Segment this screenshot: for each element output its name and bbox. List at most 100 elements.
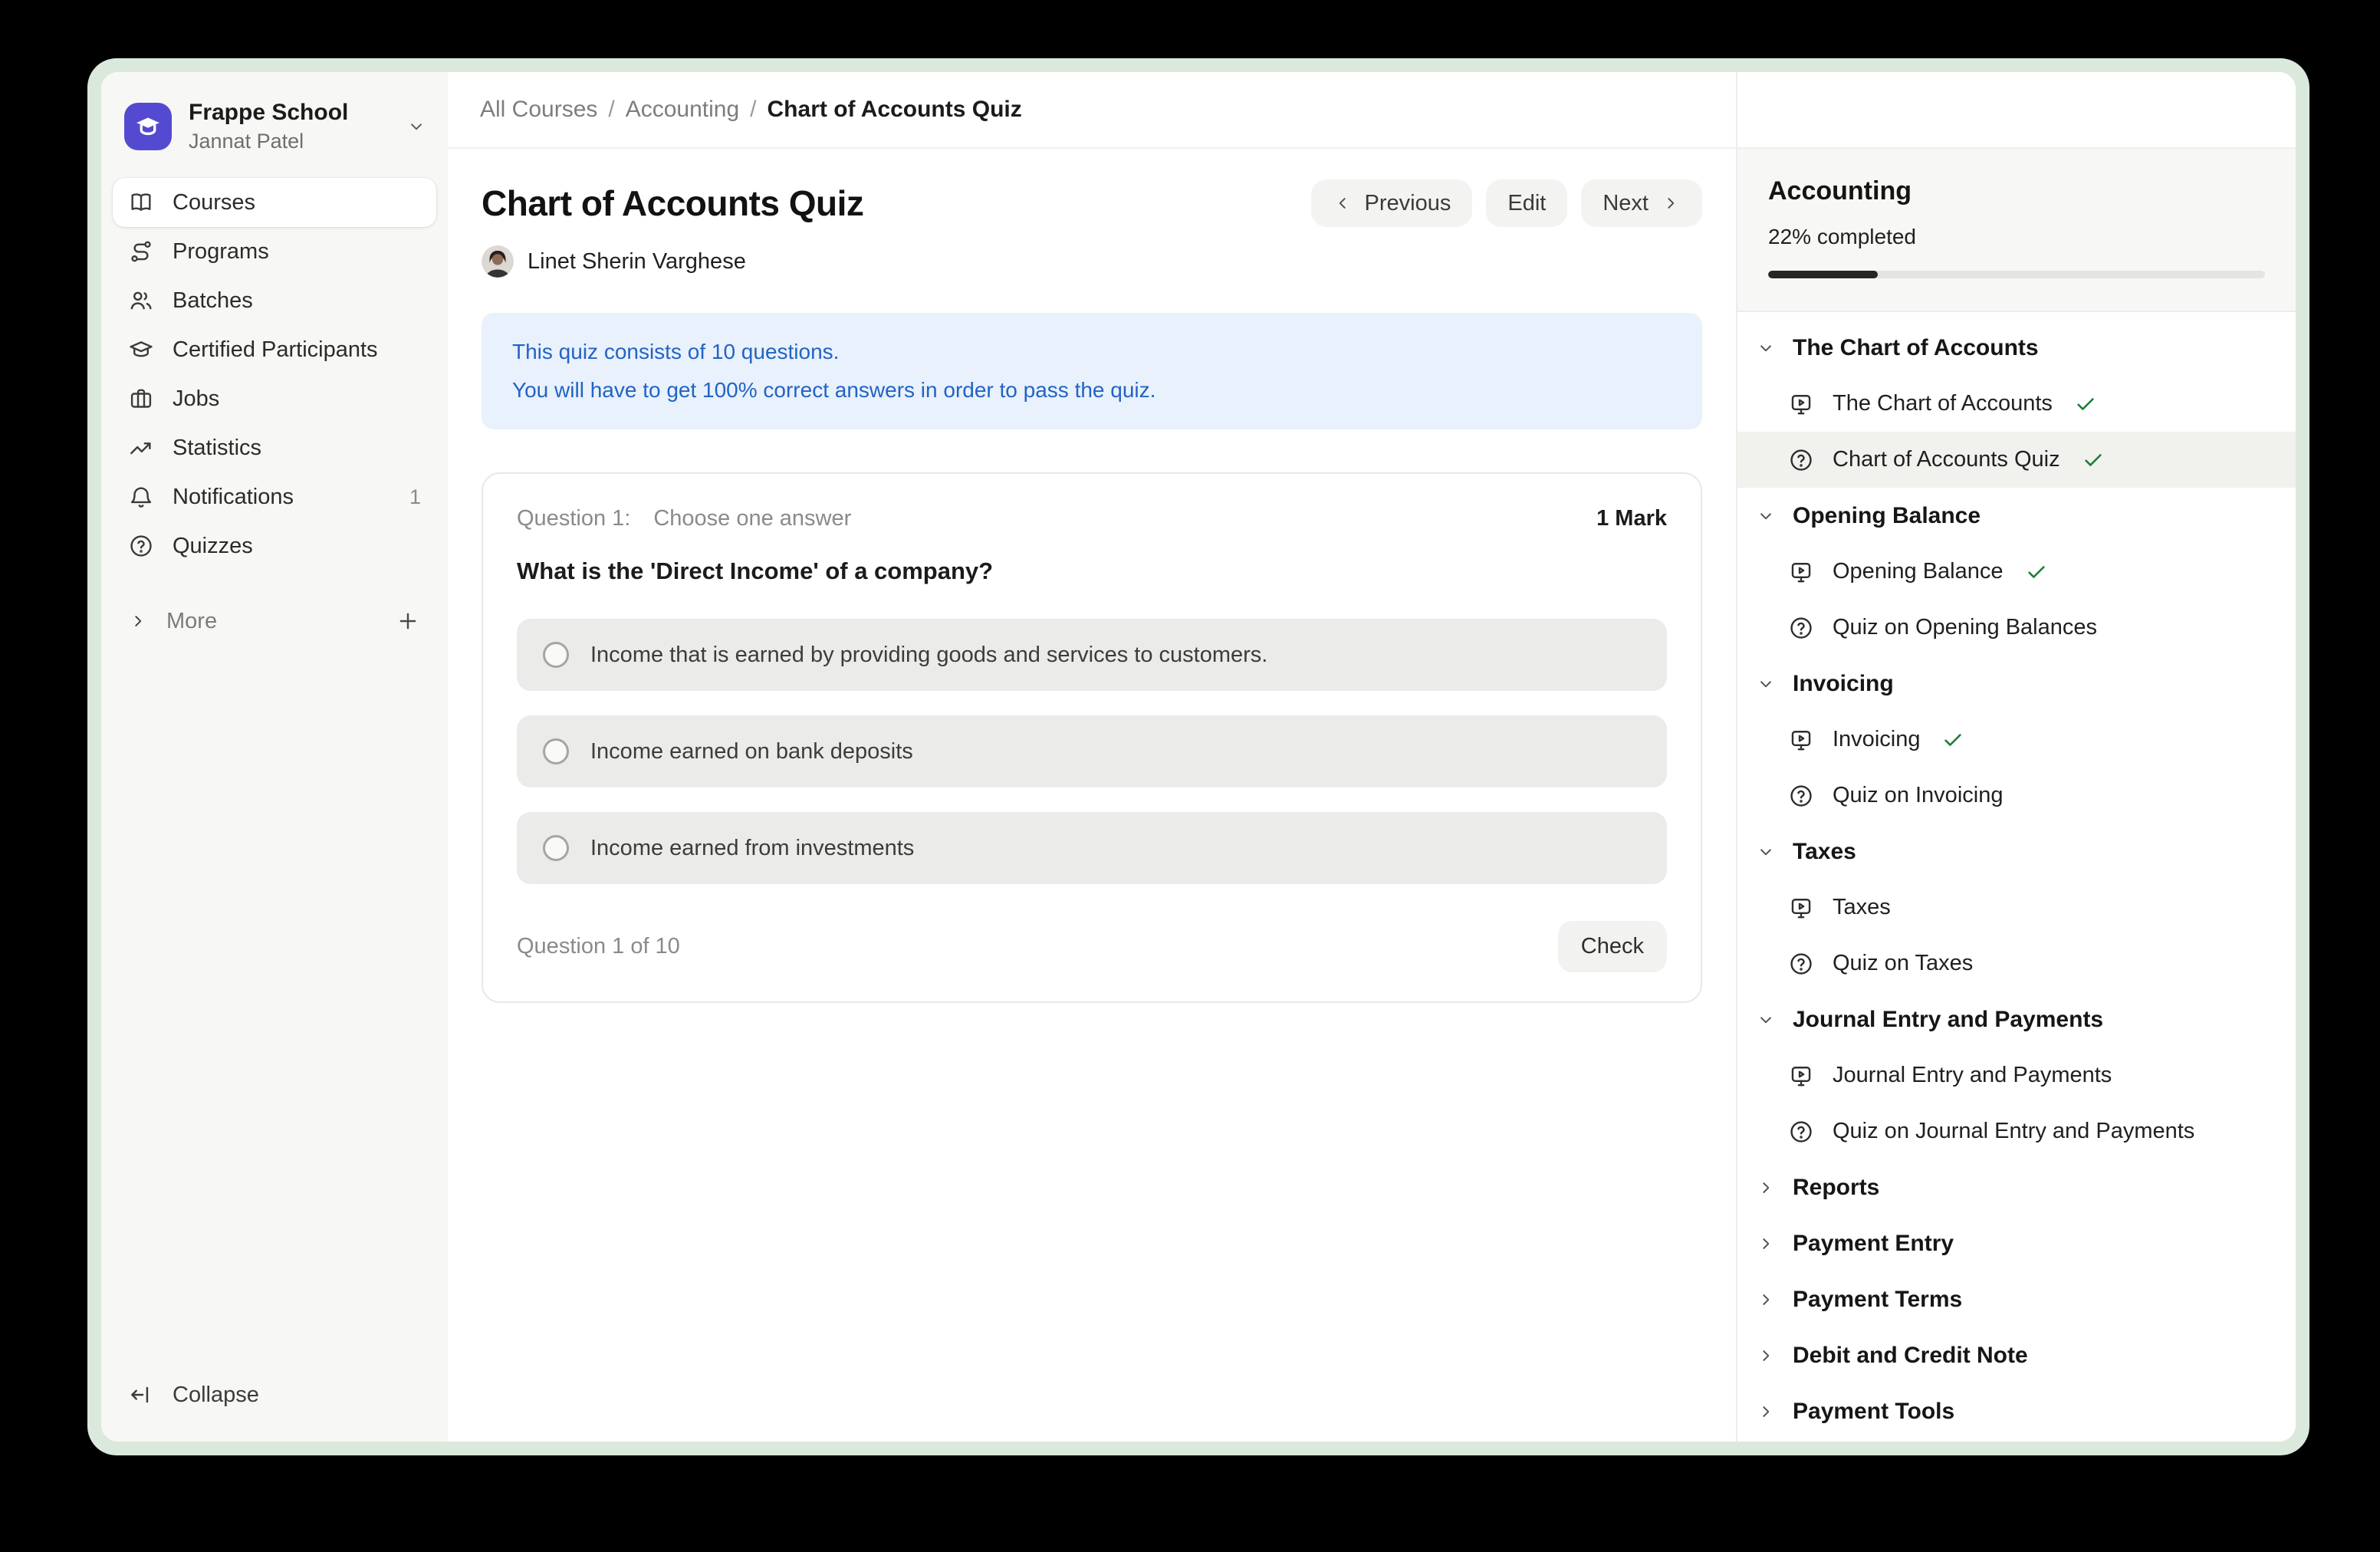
outline-item-label: Quiz on Opening Balances — [1833, 615, 2097, 640]
outline-item-quiz-on-invoicing[interactable]: Quiz on Invoicing — [1737, 768, 2296, 824]
pager-buttons: Previous Edit Next — [1311, 179, 1702, 227]
option-label: Income that is earned by providing goods… — [590, 643, 1267, 668]
outline-item-taxes[interactable]: Taxes — [1737, 880, 2296, 935]
chevron-left-icon — [1333, 193, 1353, 213]
lesson-icon — [1788, 391, 1814, 417]
chevron-down-icon — [1756, 338, 1776, 358]
outline-section-title: Reports — [1793, 1175, 1879, 1201]
option-label: Income earned on bank deposits — [590, 739, 913, 764]
outline-section-journal-entry-and-payments[interactable]: Journal Entry and Payments — [1737, 991, 2296, 1047]
sidebar-item-courses[interactable]: Courses — [113, 178, 436, 227]
author-name: Linet Sherin Varghese — [528, 249, 746, 275]
quiz-icon — [1788, 447, 1814, 473]
outline-section-debit-and-credit-note[interactable]: Debit and Credit Note — [1737, 1327, 2296, 1383]
chevron-right-icon — [1756, 1346, 1776, 1366]
lesson-icon — [1788, 895, 1814, 921]
outline-item-quiz-on-opening-balances[interactable]: Quiz on Opening Balances — [1737, 600, 2296, 656]
course-progress-bar — [1768, 271, 2265, 278]
app-window: Frappe School Jannat Patel Courses Progra… — [87, 58, 2309, 1455]
outline-section-title: Taxes — [1793, 839, 1856, 865]
breadcrumb-all-courses[interactable]: All Courses — [480, 97, 597, 123]
chevron-right-icon — [128, 611, 148, 631]
sidebar-item-quizzes[interactable]: Quizzes — [113, 521, 436, 570]
sidebar-item-programs[interactable]: Programs — [113, 227, 436, 276]
sidebar-item-label: Programs — [173, 239, 269, 265]
question-progress: Question 1 of 10 — [517, 934, 680, 959]
briefcase-icon — [128, 386, 154, 412]
avatar — [482, 245, 514, 278]
check-icon — [2074, 393, 2097, 416]
bell-icon — [128, 484, 154, 510]
app-frame: Frappe School Jannat Patel Courses Progra… — [101, 72, 2296, 1442]
chevron-right-icon — [1756, 1402, 1776, 1422]
outline-item-label: Quiz on Journal Entry and Payments — [1833, 1119, 2194, 1144]
sidebar-item-more[interactable]: More — [113, 597, 436, 646]
chevron-right-icon — [1661, 193, 1681, 213]
outline-section-title: Payment Entry — [1793, 1231, 1954, 1257]
sidebar-item-jobs[interactable]: Jobs — [113, 374, 436, 423]
outline-section-payment-entry[interactable]: Payment Entry — [1737, 1215, 2296, 1271]
outline-list: The Chart of Accounts The Chart of Accoun… — [1737, 312, 2296, 1442]
sidebar-item-label: Batches — [173, 288, 253, 314]
sidebar-item-notifications[interactable]: Notifications1 — [113, 472, 436, 521]
outline-section-invoicing[interactable]: Invoicing — [1737, 656, 2296, 712]
more-label: More — [166, 609, 217, 634]
edit-label: Edit — [1507, 191, 1546, 216]
outline-item-invoicing[interactable]: Invoicing — [1737, 712, 2296, 768]
breadcrumb-accounting[interactable]: Accounting — [626, 97, 739, 123]
answer-option-2[interactable]: Income earned on bank deposits — [517, 715, 1667, 788]
outline-section-reports[interactable]: Reports — [1737, 1159, 2296, 1215]
outline-section-opening-balance[interactable]: Opening Balance — [1737, 488, 2296, 544]
course-progress-fill — [1768, 271, 1878, 278]
collapse-label: Collapse — [173, 1383, 259, 1408]
outline-item-label: Invoicing — [1833, 727, 1920, 752]
sidebar-item-label: Certified Participants — [173, 337, 378, 363]
outline-item-chart-of-accounts-quiz[interactable]: Chart of Accounts Quiz — [1737, 432, 2296, 488]
edit-button[interactable]: Edit — [1486, 179, 1567, 227]
sidebar-item-certified-participants[interactable]: Certified Participants — [113, 325, 436, 374]
check-button[interactable]: Check — [1558, 921, 1667, 972]
collapse-sidebar-button[interactable]: Collapse — [128, 1382, 421, 1408]
radio-button[interactable] — [543, 642, 569, 668]
outline-section-taxes[interactable]: Taxes — [1737, 824, 2296, 880]
outline-item-label: Quiz on Taxes — [1833, 951, 1973, 976]
question-text: What is the 'Direct Income' of a company… — [517, 557, 1667, 585]
radio-button[interactable] — [543, 738, 569, 764]
left-sidebar: Frappe School Jannat Patel Courses Progra… — [101, 72, 448, 1442]
outline-item-quiz-on-journal-entry-and-payments[interactable]: Quiz on Journal Entry and Payments — [1737, 1103, 2296, 1159]
sidebar-item-batches[interactable]: Batches — [113, 276, 436, 325]
previous-button[interactable]: Previous — [1311, 179, 1473, 227]
outline-item-quiz-on-taxes[interactable]: Quiz on Taxes — [1737, 935, 2296, 991]
quiz-icon — [1788, 615, 1814, 641]
notification-count-badge: 1 — [409, 485, 421, 509]
quiz-content: Chart of Accounts Quiz Previous Edit Nex… — [448, 149, 1736, 1442]
school-identity: Frappe School Jannat Patel — [189, 100, 390, 153]
next-button[interactable]: Next — [1581, 179, 1702, 227]
outline-section-title: Payment Terms — [1793, 1287, 1962, 1313]
trending-up-icon — [128, 435, 154, 461]
outline-section-title: Opening Balance — [1793, 503, 1981, 529]
outline-section-title: Payment Tools — [1793, 1399, 1954, 1425]
page-title: Chart of Accounts Quiz — [482, 182, 863, 224]
outline-item-journal-entry-and-payments[interactable]: Journal Entry and Payments — [1737, 1047, 2296, 1103]
check-icon — [1941, 728, 1964, 751]
outline-item-opening-balance[interactable]: Opening Balance — [1737, 544, 2296, 600]
outline-item-the-chart-of-accounts[interactable]: The Chart of Accounts — [1737, 376, 2296, 432]
answer-option-3[interactable]: Income earned from investments — [517, 812, 1667, 884]
users-icon — [128, 288, 154, 314]
lesson-icon — [1788, 559, 1814, 585]
sidebar-item-statistics[interactable]: Statistics — [113, 423, 436, 472]
help-circle-icon — [128, 533, 154, 559]
school-switcher[interactable]: Frappe School Jannat Patel — [101, 72, 448, 175]
breadcrumb: All Courses/Accounting/Chart of Accounts… — [448, 72, 1736, 149]
sidebar-footer: Collapse — [101, 1382, 448, 1442]
radio-button[interactable] — [543, 835, 569, 861]
outline-item-label: Journal Entry and Payments — [1833, 1063, 2112, 1088]
outline-section-payment-tools[interactable]: Payment Tools — [1737, 1383, 2296, 1439]
plus-icon[interactable] — [395, 608, 421, 634]
outline-section-payment-terms[interactable]: Payment Terms — [1737, 1271, 2296, 1327]
outline-section-title: The Chart of Accounts — [1793, 335, 2039, 361]
outline-section-the-chart-of-accounts[interactable]: The Chart of Accounts — [1737, 320, 2296, 376]
graduation-cap-icon — [128, 337, 154, 363]
answer-option-1[interactable]: Income that is earned by providing goods… — [517, 619, 1667, 691]
